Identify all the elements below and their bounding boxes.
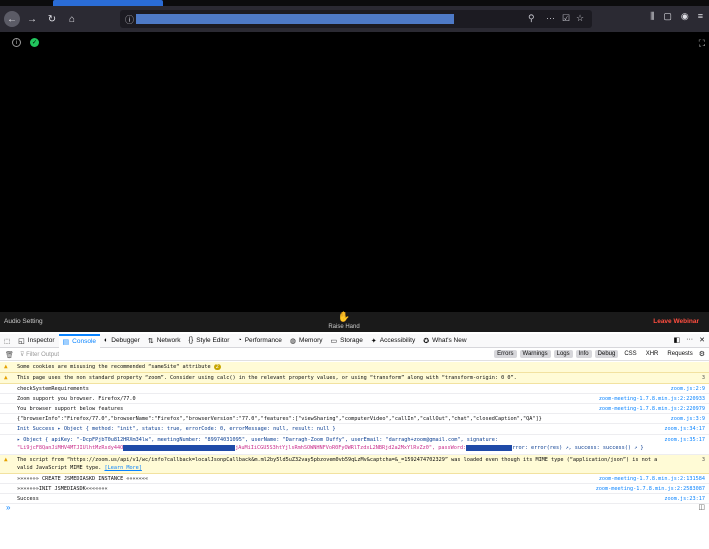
log-text: checkSystemRequirements (17, 386, 89, 392)
library-icon[interactable]: ⫼ (650, 11, 654, 22)
log-text: Some cookies are misusing the recommende… (17, 364, 221, 370)
console-log[interactable]: Init Success ▸ Object { method: "init", … (0, 424, 709, 435)
filter-requests[interactable]: Requests (664, 350, 695, 358)
log-text: Zoom support you browser. Firefox/77.0 (17, 396, 136, 402)
log-text: {"browserInfo":"Firefox/77.0","browserNa… (17, 416, 542, 422)
url-text[interactable] (136, 14, 454, 24)
filter-css[interactable]: CSS (621, 350, 639, 358)
tab-accessibility[interactable]: ✦ Accessibility (367, 334, 419, 348)
console-filter-bar: 🗑 ⊽ Filter Output Errors Warnings Logs I… (0, 348, 709, 361)
sidebar-icon[interactable]: ▢ (663, 11, 672, 22)
page-actions-icon[interactable]: ··· (546, 13, 555, 23)
site-info-icon[interactable]: ⓘ (125, 13, 134, 26)
reload-button[interactable]: ↻ (44, 11, 60, 27)
log-text[interactable]: Init Success ▸ Object { method: "init", … (17, 425, 336, 433)
raise-hand-button[interactable]: ✋ Raise Hand (324, 312, 364, 330)
log-text[interactable]: ▸ Object { apiKey: "-DcpFPjbT0u812HRXm34… (17, 436, 498, 444)
meeting-footer: Audio Setting ✋ Raise Hand Leave Webinar (0, 312, 709, 332)
tab-storage[interactable]: ▭ Storage (327, 334, 367, 348)
split-console-icon[interactable]: ◫ (698, 503, 705, 511)
warning-icon: ▲ (4, 363, 8, 370)
tab-debugger[interactable]: ◐ Debugger (100, 334, 144, 348)
close-icon[interactable]: ✕ (699, 336, 705, 344)
warning-icon: ▲ (4, 456, 8, 463)
filter-warnings[interactable]: Warnings (519, 350, 551, 358)
log-text: »»»»»»» CREATE JSMEDIASKD INSTANCE «««««… (17, 476, 149, 482)
security-shield-icon[interactable]: ✓ (30, 38, 39, 47)
fullscreen-icon[interactable]: ⛶ (699, 38, 705, 49)
learn-more-link[interactable]: [Learn More] (104, 465, 141, 471)
raise-hand-label: Raise Hand (328, 324, 360, 330)
info-icon[interactable]: i (12, 38, 21, 47)
bookmark-star-icon[interactable]: ☆ (576, 13, 584, 24)
url-bar[interactable]: ⓘ ⚲ ··· ☑ ☆ (120, 10, 592, 28)
warning-icon: ▲ (4, 374, 8, 381)
hand-icon: ✋ (337, 312, 351, 323)
tab-performance[interactable]: ◔ Performance (233, 334, 285, 348)
tab-console[interactable]: ▤ Console (58, 333, 101, 348)
console-log: checkSystemRequirements zoom.js:2:9 (0, 384, 709, 394)
log-source-link[interactable]: zoom-meeting-1.7.8.min.js:2:220979 (599, 405, 705, 413)
audio-setting-button[interactable]: Audio Setting (4, 318, 43, 325)
meeting-video-area: i ✓ ⛶ (0, 32, 709, 312)
devtools-toolbar: ⬚ ◱ Inspector ▤ Console ◐ Debugger ⇅ Network… (0, 333, 709, 348)
menu-icon[interactable]: ≡ (698, 11, 703, 22)
filter-debug[interactable]: Debug (594, 350, 619, 358)
navigation-toolbar: ← → ↻ ⌂ ⓘ ⚲ ··· ☑ ☆ ⫼ ▢ ◉ ≡ (0, 6, 709, 32)
console-log[interactable]: ▸ Object { apiKey: "-DcpFPjbT0u812HRXm34… (0, 435, 709, 455)
back-button[interactable]: ← (4, 11, 20, 27)
redacted-block (123, 444, 236, 451)
log-source-link[interactable]: zoom.js:35:17 (664, 436, 705, 444)
redacted-block (466, 444, 513, 451)
forward-button[interactable]: → (24, 11, 40, 27)
location-icon[interactable]: ⚲ (528, 13, 535, 24)
filter-info[interactable]: Info (575, 350, 592, 358)
log-text-continued: valid JavaScript MIME type. [Learn More] (17, 465, 142, 471)
log-repeat-count: 3 (701, 375, 705, 381)
log-text: Success (17, 496, 39, 502)
console-log: »»»»»»»INIT JSMEDIASDK««««««« zoom-meeti… (0, 484, 709, 494)
home-button[interactable]: ⌂ (64, 11, 80, 27)
log-text-continued: "Li9jcF8QanJiMHV4MTJIUlhtMzRsdy44O jAuMiI… (17, 444, 644, 451)
filter-errors[interactable]: Errors (494, 350, 517, 358)
tab-memory[interactable]: ◍ Memory (286, 334, 327, 348)
console-warning: ▲ Some cookies are misusing the recommen… (0, 362, 709, 373)
console-log: {"browserInfo":"Firefox/77.0","browserNa… (0, 414, 709, 424)
tab-whats-new[interactable]: ✪ What's New (419, 334, 470, 348)
log-text: The script from “https://zoom.us/api/v1/… (17, 457, 658, 463)
tab-network[interactable]: ⇅ Network (144, 334, 185, 348)
tab-inspector[interactable]: ◱ Inspector (14, 334, 58, 348)
console-input-prompt[interactable]: » (6, 503, 10, 512)
log-text: You browser support below features (17, 406, 124, 412)
console-log: Zoom support you browser. Firefox/77.0 z… (0, 394, 709, 404)
log-source-link[interactable]: zoom.js:2:9 (671, 385, 705, 393)
leave-webinar-button[interactable]: Leave Webinar (653, 318, 699, 325)
log-source-link[interactable]: zoom-meeting-1.7.8.min.js:2:131584 (599, 475, 705, 483)
account-icon[interactable]: ◉ (681, 11, 689, 22)
log-repeat-count: 3 (701, 457, 705, 463)
console-log: Success zoom.js:23:17 (0, 494, 709, 504)
console-log: »»»»»»» CREATE JSMEDIASKD INSTANCE «««««… (0, 474, 709, 484)
clear-console-icon[interactable]: 🗑 (5, 351, 14, 359)
log-source-link[interactable]: zoom.js:34:17 (664, 425, 705, 433)
log-text: This page uses the non standard property… (17, 375, 517, 381)
filter-input[interactable]: ⊽ Filter Output (20, 351, 59, 358)
filter-xhr[interactable]: XHR (643, 350, 662, 358)
tab-style-editor[interactable]: {} Style Editor (185, 334, 234, 348)
log-text: »»»»»»»INIT JSMEDIASDK««««««« (17, 486, 108, 492)
filter-logs[interactable]: Logs (553, 350, 573, 358)
pocket-icon[interactable]: ☑ (562, 13, 570, 24)
log-source-link[interactable]: zoom-meeting-1.7.8.min.js:2:2583087 (596, 485, 705, 493)
console-log: You browser support below features zoom-… (0, 404, 709, 414)
log-source-link[interactable]: zoom-meeting-1.7.8.min.js:2:220933 (599, 395, 705, 403)
console-warning: ▲ This page uses the non standard proper… (0, 373, 709, 384)
pick-element-icon[interactable]: ⬚ (0, 334, 14, 348)
log-source-link[interactable]: zoom.js:3:9 (671, 415, 705, 423)
log-source-link[interactable]: zoom.js:23:17 (664, 495, 705, 503)
console-settings-icon[interactable]: ⚙ (699, 350, 705, 358)
console-warning: ▲ The script from “https://zoom.us/api/v… (0, 455, 709, 474)
dock-icon[interactable]: ◧ (674, 336, 681, 344)
more-options-icon[interactable]: ··· (686, 336, 693, 344)
